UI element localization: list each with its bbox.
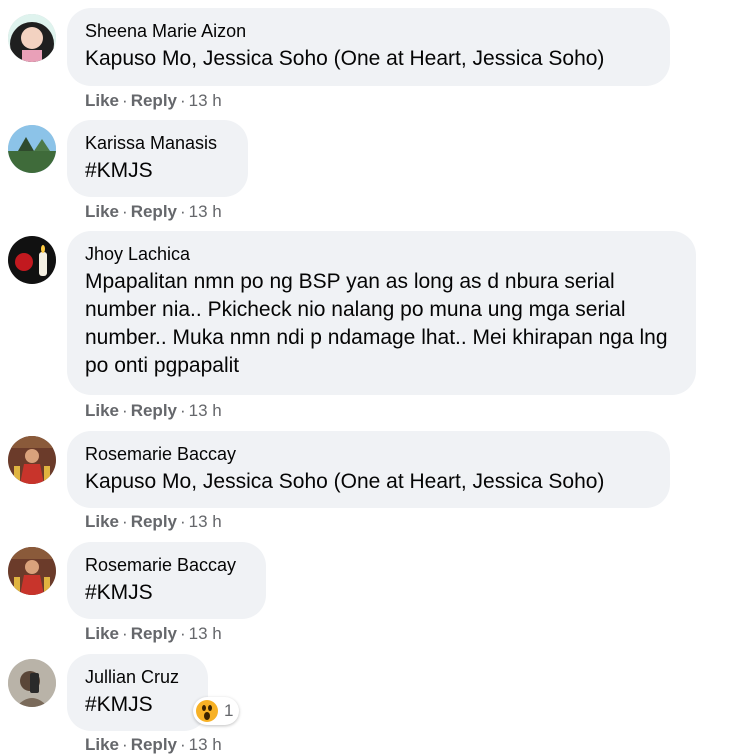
like-button[interactable]: Like xyxy=(85,624,119,643)
comment-text: Mpapalitan nmn po ng BSP yan as long as … xyxy=(85,270,668,377)
comment-text: Kapuso Mo, Jessica Soho (One at Heart, J… xyxy=(85,47,605,70)
avatar[interactable] xyxy=(8,236,56,284)
timestamp[interactable]: 13 h xyxy=(189,735,222,754)
separator: · xyxy=(122,624,128,643)
separator: · xyxy=(122,91,128,110)
comment-bubble: Sheena Marie Aizon Kapuso Mo, Jessica So… xyxy=(67,8,670,86)
comment-bubble: Rosemarie Baccay #KMJS xyxy=(67,542,266,619)
reply-button[interactable]: Reply xyxy=(131,512,177,531)
like-button[interactable]: Like xyxy=(85,91,119,110)
separator: · xyxy=(180,91,186,110)
timestamp[interactable]: 13 h xyxy=(189,401,222,420)
like-button[interactable]: Like xyxy=(85,735,119,754)
avatar[interactable] xyxy=(8,125,56,173)
reply-button[interactable]: Reply xyxy=(131,91,177,110)
comment-text: #KMJS xyxy=(85,693,153,716)
comment-actions: Like · Reply · 13 h xyxy=(85,202,222,222)
separator: · xyxy=(180,202,186,221)
avatar[interactable] xyxy=(8,14,56,62)
comment-author[interactable]: Jhoy Lachica xyxy=(85,243,678,265)
like-button[interactable]: Like xyxy=(85,202,119,221)
separator: · xyxy=(122,401,128,420)
reply-button[interactable]: Reply xyxy=(131,735,177,754)
separator: · xyxy=(180,735,186,754)
comment-bubble: Rosemarie Baccay Kapuso Mo, Jessica Soho… xyxy=(67,431,670,508)
timestamp[interactable]: 13 h xyxy=(189,202,222,221)
separator: · xyxy=(180,624,186,643)
separator: · xyxy=(180,401,186,420)
comment-text: #KMJS xyxy=(85,581,153,604)
timestamp[interactable]: 13 h xyxy=(189,624,222,643)
comment-actions: Like · Reply · 13 h xyxy=(85,401,222,421)
separator: · xyxy=(122,735,128,754)
reaction-count: 1 xyxy=(224,701,234,720)
comment-author[interactable]: Sheena Marie Aizon xyxy=(85,20,652,42)
comment-text: #KMJS xyxy=(85,159,153,182)
timestamp[interactable]: 13 h xyxy=(189,91,222,110)
reply-button[interactable]: Reply xyxy=(131,202,177,221)
comment-actions: Like · Reply · 13 h xyxy=(85,735,222,755)
comment-text: Kapuso Mo, Jessica Soho (One at Heart, J… xyxy=(85,470,605,493)
comment-author[interactable]: Jullian Cruz xyxy=(85,666,190,688)
separator: · xyxy=(122,202,128,221)
comment-bubble: Karissa Manasis #KMJS xyxy=(67,120,248,197)
reaction-badge[interactable]: 1 xyxy=(193,697,240,725)
avatar[interactable] xyxy=(8,659,56,707)
comment-actions: Like · Reply · 13 h xyxy=(85,512,222,532)
wow-reaction-icon xyxy=(196,700,218,722)
like-button[interactable]: Like xyxy=(85,401,119,420)
comment-bubble: Jhoy Lachica Mpapalitan nmn po ng BSP ya… xyxy=(67,231,696,395)
comment-actions: Like · Reply · 13 h xyxy=(85,624,222,644)
comment-bubble: Jullian Cruz #KMJS xyxy=(67,654,208,731)
comment-actions: Like · Reply · 13 h xyxy=(85,91,222,111)
reply-button[interactable]: Reply xyxy=(131,624,177,643)
comment-author[interactable]: Rosemarie Baccay xyxy=(85,554,248,576)
comment-author[interactable]: Rosemarie Baccay xyxy=(85,443,652,465)
separator: · xyxy=(180,512,186,531)
comment-author[interactable]: Karissa Manasis xyxy=(85,132,230,154)
avatar[interactable] xyxy=(8,547,56,595)
timestamp[interactable]: 13 h xyxy=(189,512,222,531)
reply-button[interactable]: Reply xyxy=(131,401,177,420)
avatar[interactable] xyxy=(8,436,56,484)
separator: · xyxy=(122,512,128,531)
like-button[interactable]: Like xyxy=(85,512,119,531)
